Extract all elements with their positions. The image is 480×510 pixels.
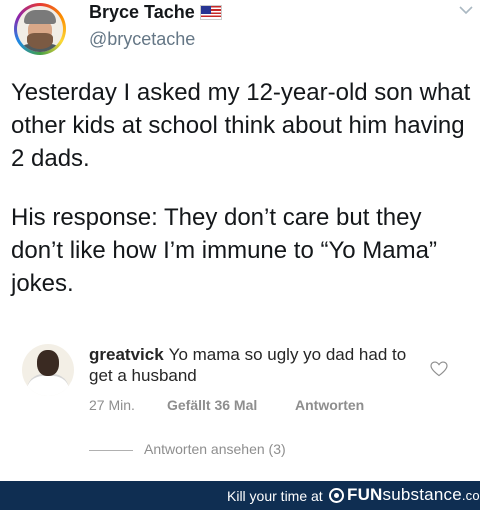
- brand-fun: FUN: [347, 485, 383, 504]
- divider-line: [89, 450, 133, 451]
- comment-body: greatvick Yo mama so ugly yo dad had to g…: [89, 344, 419, 386]
- avatar-photo: [17, 6, 63, 52]
- funsubstance-logo-icon: [329, 488, 344, 503]
- tweet-text: Yesterday I asked my 12-year-old son wha…: [11, 76, 473, 300]
- us-flag-icon: [200, 5, 222, 20]
- user-avatar[interactable]: [10, 3, 72, 55]
- chevron-down-icon[interactable]: [458, 3, 474, 17]
- comment-time: 27 Min.: [89, 397, 135, 413]
- tweet: Bryce Tache @brycetache Yesterday I aske…: [0, 0, 480, 330]
- brand-domain: .com: [461, 488, 480, 503]
- comment-username[interactable]: greatvick: [89, 345, 164, 364]
- footer-tagline: Kill your time at: [227, 488, 323, 504]
- footer-brand[interactable]: FUNsubstance.com: [347, 485, 480, 505]
- reply-button[interactable]: Antworten: [295, 397, 364, 413]
- display-name[interactable]: Bryce Tache: [89, 2, 195, 23]
- avatar-rainbow-ring: [14, 3, 66, 55]
- comment-likes[interactable]: Gefällt 36 Mal: [167, 397, 257, 413]
- tweet-paragraph: Yesterday I asked my 12-year-old son wha…: [11, 79, 471, 172]
- tweet-paragraph: His response: They don’t care but they d…: [11, 204, 437, 297]
- brand-substance: substance: [382, 485, 462, 504]
- commenter-avatar[interactable]: [22, 344, 74, 396]
- user-handle[interactable]: @brycetache: [89, 29, 195, 50]
- footer-banner: Kill your time at FUNsubstance.com: [0, 481, 480, 510]
- heart-icon[interactable]: [430, 361, 448, 377]
- view-replies-link[interactable]: Antworten ansehen (3): [144, 441, 286, 457]
